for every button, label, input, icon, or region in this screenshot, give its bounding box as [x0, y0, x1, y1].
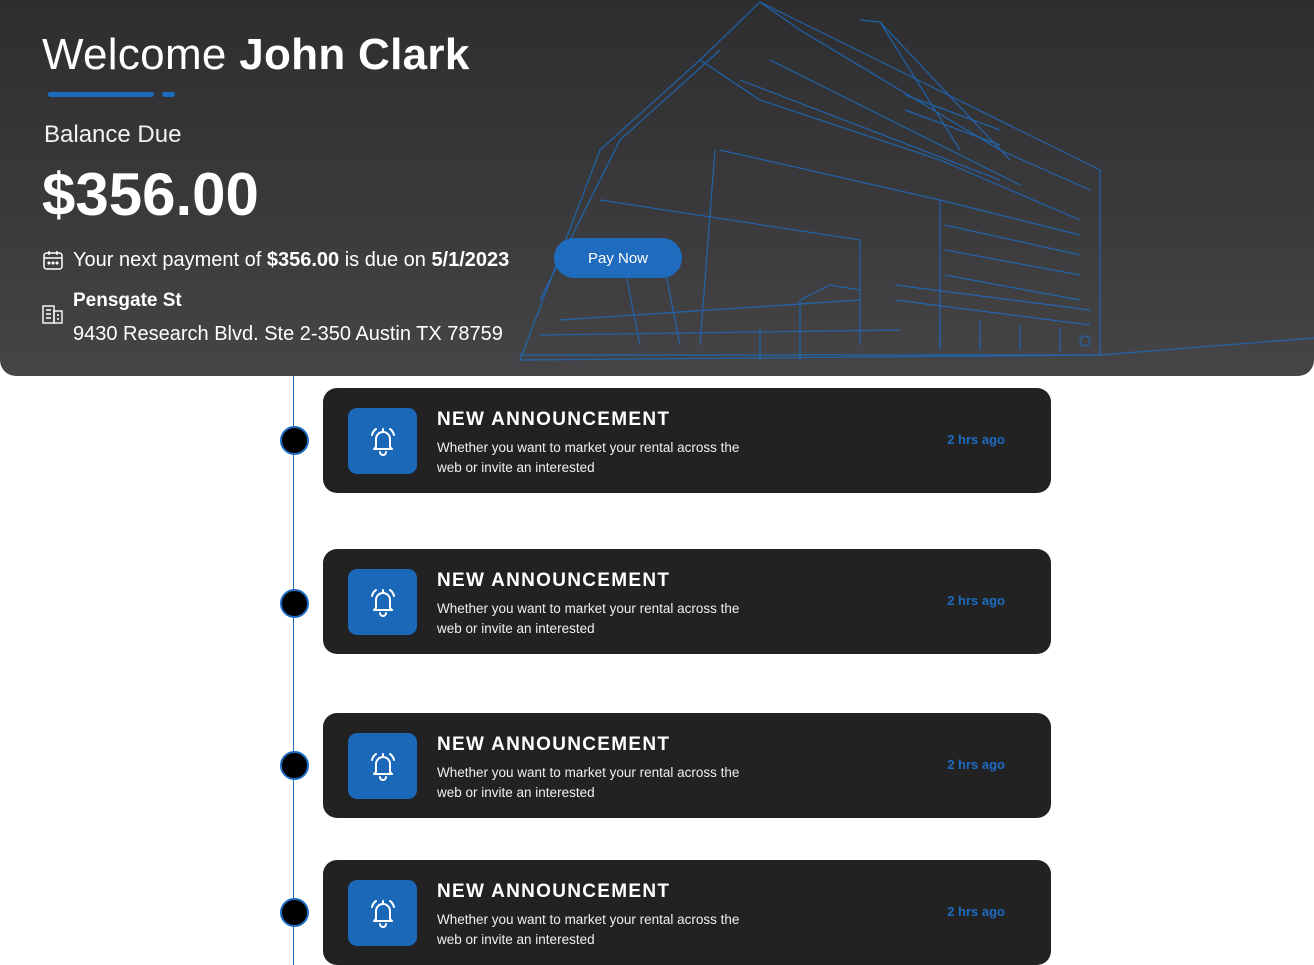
- announcement-time: 2 hrs ago: [947, 432, 1005, 447]
- announcement-body: Whether you want to market your rental a…: [437, 912, 740, 947]
- timeline-dot: [280, 751, 309, 780]
- announcement-title: NEW ANNOUNCEMENT: [437, 570, 671, 591]
- payment-prefix: Your next payment of: [73, 248, 262, 271]
- property-address: 9430 Research Blvd. Ste 2-350 Austin TX …: [73, 323, 503, 345]
- announcement-time: 2 hrs ago: [947, 593, 1005, 608]
- property-name: Pensgate St: [73, 290, 182, 311]
- announcement-body: Whether you want to market your rental a…: [437, 765, 740, 800]
- timeline-dot: [280, 426, 309, 455]
- balance-amount: $356.00: [42, 161, 259, 228]
- timeline-dot: [280, 589, 309, 618]
- payment-amount: $356.00: [266, 248, 340, 271]
- timeline-dot: [280, 898, 309, 927]
- announcement-body: Whether you want to market your rental a…: [437, 440, 740, 475]
- announcement-card[interactable]: NEW ANNOUNCEMENT Whether you want to mar…: [323, 388, 1051, 493]
- bell-icon: [348, 569, 417, 635]
- bell-icon: [348, 733, 417, 799]
- announcement-card[interactable]: NEW ANNOUNCEMENT Whether you want to mar…: [323, 860, 1051, 965]
- welcome-banner: Welcome John Clark Balance Due $356.00 Y…: [0, 0, 1314, 376]
- announcement-body: Whether you want to market your rental a…: [437, 601, 740, 636]
- announcement-card[interactable]: NEW ANNOUNCEMENT Whether you want to mar…: [323, 713, 1051, 818]
- building-icon: [42, 305, 63, 324]
- announcement-time: 2 hrs ago: [947, 757, 1005, 772]
- payment-date: 5/1/2023: [431, 248, 510, 271]
- accent-bar: [48, 92, 154, 97]
- user-name: John Clark: [239, 30, 470, 79]
- announcement-title: NEW ANNOUNCEMENT: [437, 734, 671, 755]
- announcement-time: 2 hrs ago: [947, 904, 1005, 919]
- payment-middle: is due on: [344, 248, 426, 271]
- next-payment-info: Your next payment of $356.00 is due on 5…: [42, 246, 509, 274]
- timeline-line: [293, 376, 294, 965]
- accent-bar-short: [162, 92, 175, 97]
- balance-label: Balance Due: [44, 121, 182, 148]
- welcome-heading: Welcome John Clark: [42, 28, 470, 82]
- bell-icon: [348, 408, 417, 474]
- bell-icon: [348, 880, 417, 946]
- announcement-title: NEW ANNOUNCEMENT: [437, 409, 671, 430]
- pay-now-button[interactable]: Pay Now: [554, 238, 682, 278]
- announcement-card[interactable]: NEW ANNOUNCEMENT Whether you want to mar…: [323, 549, 1051, 654]
- welcome-prefix: Welcome: [42, 30, 227, 79]
- announcement-title: NEW ANNOUNCEMENT: [437, 881, 671, 902]
- calendar-icon: [43, 251, 63, 270]
